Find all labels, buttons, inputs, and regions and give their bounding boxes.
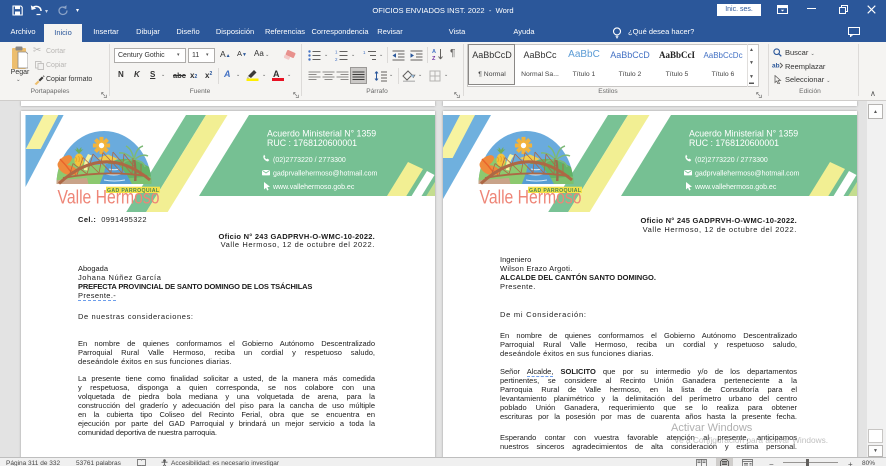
svg-text:gadprvallehermoso@hotmail.com: gadprvallehermoso@hotmail.com bbox=[273, 171, 378, 178]
svg-text:2: 2 bbox=[335, 57, 338, 61]
svg-text:A: A bbox=[432, 49, 436, 55]
svg-text:1: 1 bbox=[335, 50, 338, 55]
svg-text:www.vallehermoso.gob.ec: www.vallehermoso.gob.ec bbox=[272, 184, 355, 191]
svg-text:1: 1 bbox=[363, 50, 366, 55]
svg-text:(02)2773220 / 2773300: (02)2773220 / 2773300 bbox=[695, 157, 768, 164]
svg-text:RUC : 1768120600001: RUC : 1768120600001 bbox=[689, 138, 779, 148]
svg-text:www.vallehermoso.gob.ec: www.vallehermoso.gob.ec bbox=[694, 184, 777, 191]
svg-text:(02)2773220 / 2773300: (02)2773220 / 2773300 bbox=[273, 157, 346, 164]
svg-text:Valle Hermoso: Valle Hermoso bbox=[58, 188, 160, 209]
svg-text:Acuerdo Ministerial N° 1359: Acuerdo Ministerial N° 1359 bbox=[689, 129, 798, 139]
svg-text:ab: ab bbox=[772, 63, 780, 70]
svg-text:Valle Hermoso: Valle Hermoso bbox=[480, 188, 582, 209]
svg-text:RUC : 1768120600001: RUC : 1768120600001 bbox=[267, 138, 357, 148]
svg-text:Z: Z bbox=[432, 56, 436, 61]
svg-text:gadprvallehermoso@hotmail.com: gadprvallehermoso@hotmail.com bbox=[695, 171, 800, 178]
svg-text:Acuerdo Ministerial N° 1359: Acuerdo Ministerial N° 1359 bbox=[267, 129, 376, 139]
